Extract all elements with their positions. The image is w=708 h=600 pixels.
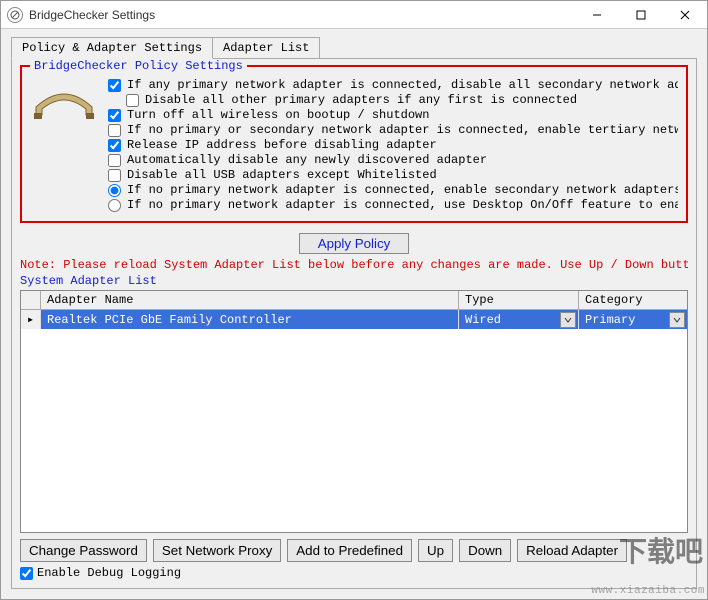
change-password-button[interactable]: Change Password: [20, 539, 147, 562]
reload-note: Note: Please reload System Adapter List …: [20, 258, 688, 272]
label: Disable all USB adapters except Whitelis…: [127, 168, 437, 182]
checkbox[interactable]: [108, 79, 121, 92]
radio[interactable]: [108, 199, 121, 212]
table-row[interactable]: ▸ Realtek PCIe GbE Family Controller Wir…: [21, 310, 687, 329]
policy-groupbox: BridgeChecker Policy Settings If any pri…: [20, 65, 688, 223]
tab-content: BridgeChecker Policy Settings If any pri…: [11, 58, 697, 589]
down-button[interactable]: Down: [459, 539, 511, 562]
policy-wireless-off[interactable]: Turn off all wireless on bootup / shutdo…: [108, 108, 678, 122]
apply-policy-button[interactable]: Apply Policy: [299, 233, 410, 254]
checkbox[interactable]: [126, 94, 139, 107]
radio[interactable]: [108, 184, 121, 197]
cell-type[interactable]: Wired: [459, 310, 579, 329]
groupbox-legend: BridgeChecker Policy Settings: [30, 59, 247, 73]
close-button[interactable]: [663, 1, 707, 29]
titlebar: BridgeChecker Settings: [1, 1, 707, 29]
tab-adapter-list[interactable]: Adapter List: [212, 37, 320, 59]
label: Turn off all wireless on bootup / shutdo…: [127, 108, 429, 122]
checkbox[interactable]: [108, 169, 121, 182]
label: If no primary or secondary network adapt…: [127, 123, 678, 137]
policy-radio-desktop-onoff[interactable]: If no primary network adapter is connect…: [108, 198, 678, 212]
label: Enable Debug Logging: [37, 566, 181, 580]
enable-debug-logging[interactable]: Enable Debug Logging: [20, 566, 688, 580]
label: If no primary network adapter is connect…: [127, 183, 678, 197]
label: If no primary network adapter is connect…: [127, 198, 678, 212]
grid-header-type[interactable]: Type: [459, 291, 579, 309]
up-button[interactable]: Up: [418, 539, 453, 562]
window-buttons: [575, 1, 707, 29]
adapter-list-label: System Adapter List: [20, 274, 688, 288]
policy-disable-other-primary[interactable]: Disable all other primary adapters if an…: [126, 93, 678, 107]
tab-bar: Policy & Adapter Settings Adapter List: [11, 37, 697, 59]
bridge-icon: [32, 85, 96, 121]
bottom-button-bar: Change Password Set Network Proxy Add to…: [20, 539, 688, 562]
cell-category[interactable]: Primary: [579, 310, 687, 329]
policy-disable-usb[interactable]: Disable all USB adapters except Whitelis…: [108, 168, 678, 182]
label: Automatically disable any newly discover…: [127, 153, 487, 167]
policy-enable-tertiary[interactable]: If no primary or secondary network adapt…: [108, 123, 678, 137]
grid-header: Adapter Name Type Category: [21, 291, 687, 310]
checkbox[interactable]: [108, 109, 121, 122]
checkbox[interactable]: [20, 567, 33, 580]
reload-adapter-button[interactable]: Reload Adapter: [517, 539, 627, 562]
add-to-predefined-button[interactable]: Add to Predefined: [287, 539, 412, 562]
maximize-button[interactable]: [619, 1, 663, 29]
checkbox[interactable]: [108, 154, 121, 167]
tab-policy-adapter-settings[interactable]: Policy & Adapter Settings: [11, 37, 213, 59]
label: Disable all other primary adapters if an…: [145, 93, 577, 107]
minimize-button[interactable]: [575, 1, 619, 29]
cell-adapter-name[interactable]: Realtek PCIe GbE Family Controller: [41, 310, 459, 329]
checkbox[interactable]: [108, 139, 121, 152]
row-marker-icon: ▸: [21, 310, 41, 329]
window-title: BridgeChecker Settings: [29, 8, 575, 22]
label: Release IP address before disabling adap…: [127, 138, 437, 152]
policy-auto-disable-new[interactable]: Automatically disable any newly discover…: [108, 153, 678, 167]
policy-disable-secondary[interactable]: If any primary network adapter is connec…: [108, 78, 678, 92]
checkbox[interactable]: [108, 124, 121, 137]
grid-header-marker: [21, 291, 41, 309]
adapter-grid[interactable]: Adapter Name Type Category ▸ Realtek PCI…: [20, 290, 688, 533]
policy-radio-enable-secondary[interactable]: If no primary network adapter is connect…: [108, 183, 678, 197]
policy-release-ip[interactable]: Release IP address before disabling adap…: [108, 138, 678, 152]
app-icon: [7, 7, 23, 23]
label: If any primary network adapter is connec…: [127, 78, 678, 92]
chevron-down-icon[interactable]: [669, 312, 685, 328]
grid-header-category[interactable]: Category: [579, 291, 687, 309]
chevron-down-icon[interactable]: [560, 312, 576, 328]
cell-type-value: Wired: [465, 313, 501, 327]
grid-header-name[interactable]: Adapter Name: [41, 291, 459, 309]
cell-category-value: Primary: [585, 313, 635, 327]
set-network-proxy-button[interactable]: Set Network Proxy: [153, 539, 281, 562]
